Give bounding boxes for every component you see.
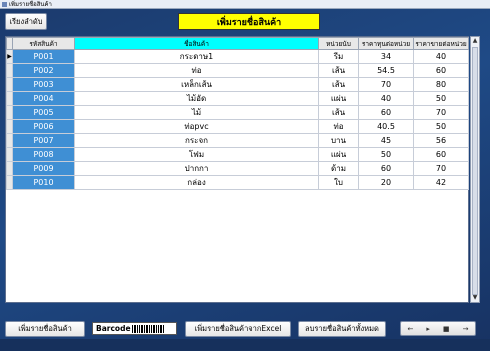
barcode-field[interactable]: Barcode <box>92 322 177 335</box>
unit-cell[interactable]: ใบ <box>318 175 359 190</box>
app-window: เพิ่มรายชื่อสินค้า เรียงลำดับ เพิ่มรายชื… <box>0 0 490 351</box>
import-excel-button[interactable]: เพิ่มรายชื่อสินค้าจากExcel <box>185 321 291 337</box>
scrollbar-thumb[interactable] <box>472 47 478 295</box>
vertical-scrollbar[interactable]: ▲ ▼ <box>470 36 480 303</box>
nav-stop-icon[interactable]: ■ <box>443 325 450 333</box>
table-row[interactable]: P008 โฟม แผ่น 50 60 <box>6 147 469 162</box>
table-header-row: รหัสสินค้า ชื่อสินค้า หน่วยนับ ราคาทุนต่… <box>6 37 469 50</box>
cost-price-cell[interactable]: 54.5 <box>358 63 414 78</box>
barcode-label: Barcode <box>96 324 131 333</box>
cost-price-cell[interactable]: 34 <box>358 49 414 64</box>
column-header[interactable]: หน่วยนับ <box>318 37 359 50</box>
column-header[interactable]: ชื่อสินค้า <box>74 37 319 50</box>
sort-button[interactable]: เรียงลำดับ <box>5 13 47 30</box>
unit-cell[interactable]: เส้น <box>318 105 359 120</box>
unit-cell[interactable]: เส้น <box>318 63 359 78</box>
cost-price-cell[interactable]: 45 <box>358 133 414 148</box>
product-name-cell[interactable]: ปากกา <box>74 161 319 176</box>
unit-cell[interactable]: ท่อ <box>318 119 359 134</box>
column-header[interactable]: ราคาทุนต่อหน่วย <box>358 37 414 50</box>
unit-cell[interactable]: รีม <box>318 49 359 64</box>
column-header[interactable]: รหัสสินค้า <box>12 37 75 50</box>
window-title: เพิ่มรายชื่อสินค้า <box>9 0 52 8</box>
cost-price-cell[interactable]: 60 <box>358 161 414 176</box>
product-code-cell[interactable]: P002 <box>12 63 75 78</box>
nav-prev-icon[interactable]: ← <box>408 325 414 333</box>
sale-price-cell[interactable]: 56 <box>413 133 469 148</box>
unit-cell[interactable]: แผ่น <box>318 91 359 106</box>
app-icon <box>2 1 7 7</box>
sale-price-cell[interactable]: 42 <box>413 175 469 190</box>
sale-price-cell[interactable]: 60 <box>413 63 469 78</box>
record-navigator: ← ▸ ■ → <box>400 321 476 336</box>
product-code-cell[interactable]: P009 <box>12 161 75 176</box>
product-code-cell[interactable]: P007 <box>12 133 75 148</box>
product-code-cell[interactable]: P008 <box>12 147 75 162</box>
product-name-cell[interactable]: ท่อ <box>74 63 319 78</box>
table-row[interactable]: P005 ไม้ เส้น 60 70 <box>6 105 469 120</box>
delete-all-button[interactable]: ลบรายชื่อสินค้าทั้งหมด <box>298 321 386 337</box>
column-header[interactable]: ราคาขายต่อหน่วย <box>413 37 469 50</box>
product-code-cell[interactable]: P006 <box>12 119 75 134</box>
page-title: เพิ่มรายชื่อสินค้า <box>178 13 320 30</box>
scroll-down-icon[interactable]: ▼ <box>471 294 479 302</box>
product-name-cell[interactable]: ไม้ <box>74 105 319 120</box>
cost-price-cell[interactable]: 40 <box>358 91 414 106</box>
table-row[interactable]: P006 ท่อpvc ท่อ 40.5 50 <box>6 119 469 134</box>
sale-price-cell[interactable]: 70 <box>413 105 469 120</box>
table-row[interactable]: P004 ไม้อัด แผ่น 40 50 <box>6 91 469 106</box>
sale-price-cell[interactable]: 70 <box>413 161 469 176</box>
cost-price-cell[interactable]: 50 <box>358 147 414 162</box>
add-product-button[interactable]: เพิ่มรายชื่อสินค้า <box>5 321 85 337</box>
cost-price-cell[interactable]: 40.5 <box>358 119 414 134</box>
sale-price-cell[interactable]: 40 <box>413 49 469 64</box>
product-code-cell[interactable]: P003 <box>12 77 75 92</box>
product-code-cell[interactable]: P010 <box>12 175 75 190</box>
nav-next-icon[interactable]: → <box>463 325 469 333</box>
product-code-cell[interactable]: P001 <box>12 49 75 64</box>
table-row[interactable]: ▶ P001 กระดาษ1 รีม 34 40 <box>6 49 469 64</box>
cost-price-cell[interactable]: 60 <box>358 105 414 120</box>
scroll-up-icon[interactable]: ▲ <box>471 37 479 45</box>
sale-price-cell[interactable]: 50 <box>413 119 469 134</box>
products-table: รหัสสินค้า ชื่อสินค้า หน่วยนับ ราคาทุนต่… <box>6 37 469 190</box>
products-grid[interactable]: รหัสสินค้า ชื่อสินค้า หน่วยนับ ราคาทุนต่… <box>5 36 469 303</box>
footer-strip <box>0 339 490 351</box>
nav-play-icon[interactable]: ▸ <box>426 325 430 333</box>
title-bar: เพิ่มรายชื่อสินค้า <box>0 0 490 9</box>
product-name-cell[interactable]: กระดาษ1 <box>74 49 319 64</box>
unit-cell[interactable]: เส้น <box>318 77 359 92</box>
product-name-cell[interactable]: ท่อpvc <box>74 119 319 134</box>
sale-price-cell[interactable]: 60 <box>413 147 469 162</box>
sale-price-cell[interactable]: 80 <box>413 77 469 92</box>
table-row[interactable]: P003 เหล็กเส้น เส้น 70 80 <box>6 77 469 92</box>
unit-cell[interactable]: บาน <box>318 133 359 148</box>
product-name-cell[interactable]: ไม้อัด <box>74 91 319 106</box>
unit-cell[interactable]: แผ่น <box>318 147 359 162</box>
unit-cell[interactable]: ด้าม <box>318 161 359 176</box>
table-row[interactable]: P002 ท่อ เส้น 54.5 60 <box>6 63 469 78</box>
cost-price-cell[interactable]: 20 <box>358 175 414 190</box>
table-row[interactable]: P009 ปากกา ด้าม 60 70 <box>6 161 469 176</box>
barcode-icon <box>131 324 164 333</box>
sale-price-cell[interactable]: 50 <box>413 91 469 106</box>
cost-price-cell[interactable]: 70 <box>358 77 414 92</box>
product-name-cell[interactable]: กล่อง <box>74 175 319 190</box>
product-code-cell[interactable]: P004 <box>12 91 75 106</box>
product-name-cell[interactable]: กระจก <box>74 133 319 148</box>
table-row[interactable]: P007 กระจก บาน 45 56 <box>6 133 469 148</box>
product-code-cell[interactable]: P005 <box>12 105 75 120</box>
product-name-cell[interactable]: เหล็กเส้น <box>74 77 319 92</box>
product-name-cell[interactable]: โฟม <box>74 147 319 162</box>
table-row[interactable]: P010 กล่อง ใบ 20 42 <box>6 175 469 190</box>
